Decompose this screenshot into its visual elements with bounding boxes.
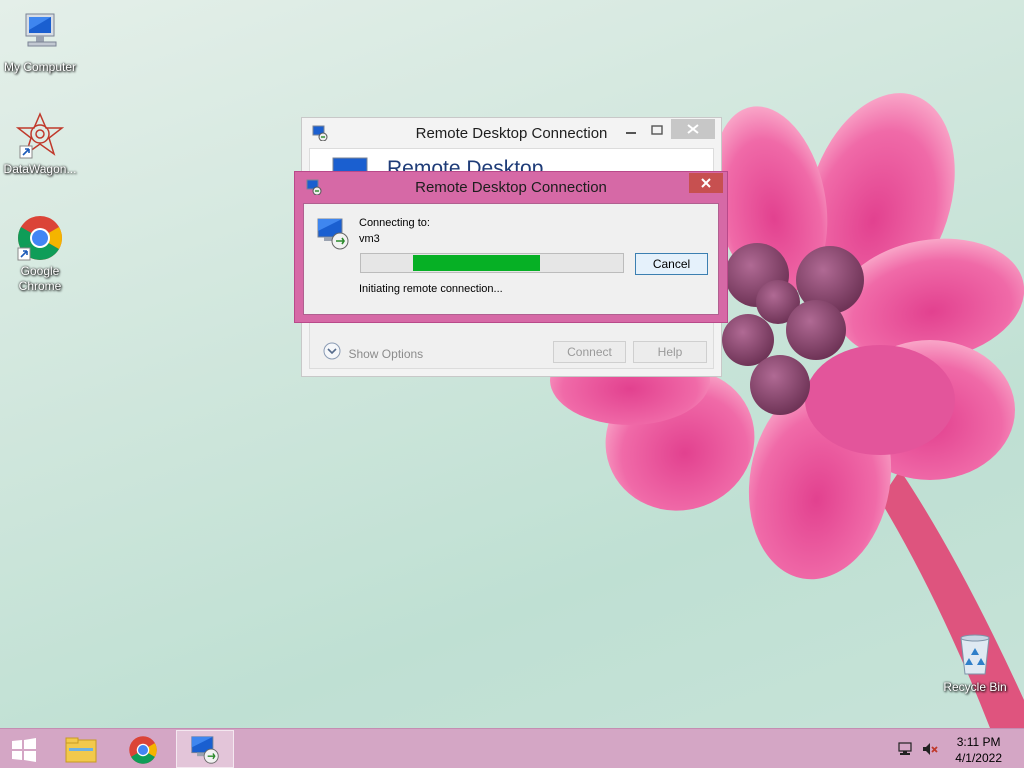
windows-start-icon [11, 738, 37, 767]
desktop-icon-datawagon[interactable]: DataWagon... [0, 112, 80, 177]
close-button[interactable] [671, 119, 715, 139]
progress-bar [360, 253, 624, 273]
recycle-bin-icon [951, 630, 999, 678]
remote-desktop-icon [190, 735, 220, 768]
title-bar[interactable]: Remote Desktop Connection [295, 172, 727, 202]
cancel-button[interactable]: Cancel [635, 253, 708, 275]
start-button[interactable] [0, 730, 48, 768]
connecting-dialog[interactable]: Remote Desktop Connection Connecting to:… [294, 171, 728, 323]
taskbar-chrome[interactable] [114, 730, 172, 768]
maximize-button[interactable] [646, 122, 668, 142]
computer-icon [16, 10, 64, 58]
desktop-icon-label: Recycle Bin [943, 680, 1007, 694]
taskbar-remote-desktop[interactable] [176, 730, 234, 768]
volume-muted-icon[interactable] [921, 741, 939, 762]
connecting-to-label: Connecting to: [359, 217, 430, 229]
taskbar: 3:11 PM 4/1/2022 [0, 728, 1024, 768]
desktop-icon-recycle-bin[interactable]: Recycle Bin [935, 630, 1015, 695]
chrome-icon [16, 214, 64, 262]
minimize-button[interactable] [620, 122, 642, 142]
file-explorer-icon [65, 736, 97, 768]
remote-desktop-icon [316, 217, 350, 256]
chevron-down-icon [323, 342, 341, 365]
show-options-label: Show Options [348, 346, 424, 361]
host-name: vm3 [359, 233, 380, 245]
desktop-icon-label: DataWagon... [3, 162, 77, 176]
dialog-title: Remote Desktop Connection [415, 179, 607, 196]
connect-button[interactable]: Connect [553, 341, 626, 363]
system-clock[interactable]: 3:11 PM 4/1/2022 [955, 734, 1002, 766]
progress-fill [413, 255, 540, 271]
desktop-icon-label: Google Chrome [18, 264, 62, 293]
desktop-icon-my-computer[interactable]: My Computer [0, 10, 80, 75]
show-options-toggle[interactable]: Show Options [323, 342, 423, 362]
desktop-icon-label: My Computer [3, 60, 77, 74]
clock-time: 3:11 PM [956, 735, 1001, 749]
network-icon[interactable] [897, 742, 915, 761]
desktop-icon-google-chrome[interactable]: Google Chrome [0, 214, 80, 294]
title-bar[interactable]: Remote Desktop Connection [302, 118, 721, 148]
dialog-client-area: Connecting to: vm3 Cancel Initiating rem… [303, 203, 719, 315]
clock-date: 4/1/2022 [955, 751, 1002, 765]
datawagon-icon [15, 112, 65, 160]
close-button[interactable] [689, 173, 723, 193]
help-button[interactable]: Help [633, 341, 707, 363]
taskbar-file-explorer[interactable] [52, 730, 110, 768]
status-text: Initiating remote connection... [359, 283, 503, 295]
chrome-icon [128, 735, 158, 768]
